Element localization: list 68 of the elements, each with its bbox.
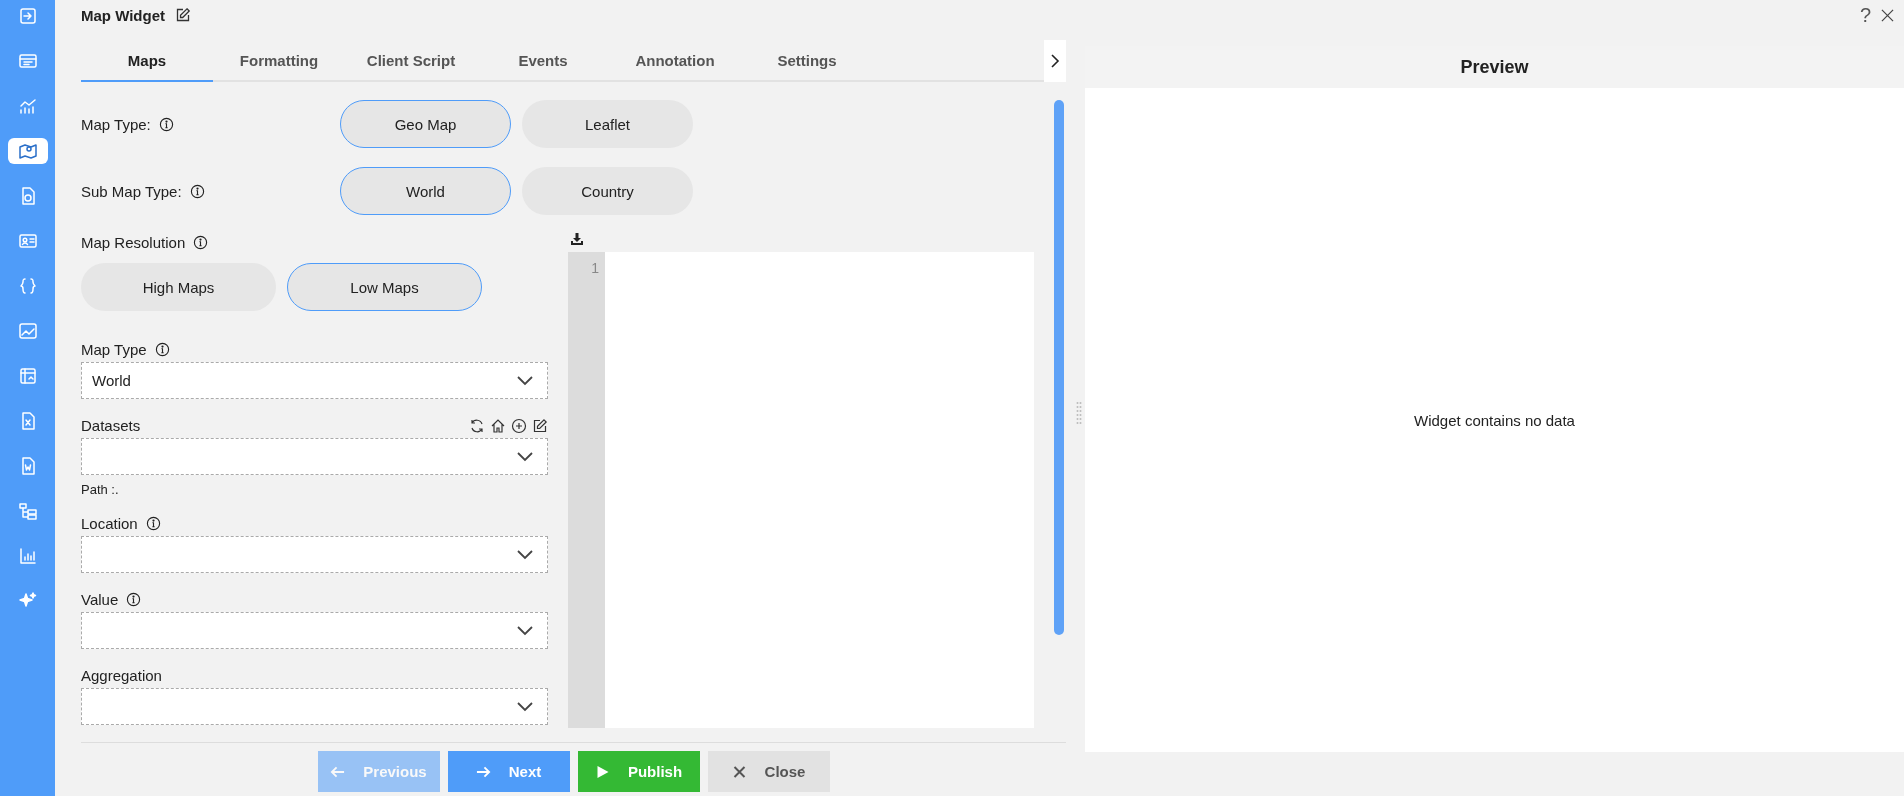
- chevron-down-icon[interactable]: [517, 625, 533, 636]
- bar-chart-icon[interactable]: [17, 546, 38, 566]
- hierarchy-icon[interactable]: [17, 501, 38, 521]
- option-button[interactable]: Geo Map: [340, 100, 511, 148]
- dropdown-field[interactable]: [81, 536, 548, 573]
- dropdown-field[interactable]: [81, 688, 548, 725]
- resize-handle[interactable]: [1076, 401, 1082, 425]
- help-button[interactable]: ?: [1859, 3, 1871, 27]
- field-label: Map Type: [81, 341, 147, 358]
- home-icon[interactable]: [490, 417, 506, 434]
- field-label: Sub Map Type:: [81, 182, 182, 200]
- field-label: Aggregation: [81, 667, 162, 684]
- field-label: Map Type:: [81, 115, 151, 133]
- sidebar-button[interactable]: [7, 138, 48, 164]
- contact-card-icon[interactable]: [17, 231, 38, 251]
- map-icon[interactable]: [17, 141, 38, 161]
- window-title: Map Widget: [81, 6, 166, 24]
- info-icon: [193, 235, 209, 250]
- dropdown-field[interactable]: [81, 438, 548, 475]
- dropdown-field[interactable]: [81, 612, 548, 649]
- tab[interactable]: Formatting: [213, 40, 345, 82]
- path-text: Path :.: [81, 482, 120, 497]
- refresh-icon[interactable]: [469, 417, 485, 434]
- chevron-right-icon[interactable]: [1050, 53, 1060, 69]
- tab[interactable]: Client Script: [345, 40, 477, 82]
- option-button[interactable]: Low Maps: [287, 263, 482, 311]
- line-number: 1: [591, 260, 599, 276]
- tab[interactable]: Annotation: [609, 40, 741, 82]
- option-button[interactable]: High Maps: [81, 263, 276, 311]
- info-icon: [158, 116, 174, 132]
- chevron-down-icon[interactable]: [517, 701, 533, 712]
- field-label: Map Resolution: [81, 234, 186, 251]
- grid-icon[interactable]: [17, 366, 38, 386]
- panel-title: Preview: [1460, 56, 1529, 78]
- close-icon[interactable]: [1881, 8, 1894, 22]
- tab[interactable]: Events: [477, 40, 609, 82]
- chevron-down-icon[interactable]: [517, 375, 533, 386]
- braces-icon[interactable]: [17, 276, 38, 296]
- chevron-down-icon[interactable]: [517, 549, 533, 560]
- table-icon[interactable]: [17, 51, 38, 71]
- empty-message: Widget contains no data: [1414, 411, 1575, 429]
- next-tab-button[interactable]: [1044, 40, 1066, 82]
- dropdown-field[interactable]: World: [81, 362, 548, 399]
- edit-icon[interactable]: [175, 7, 192, 23]
- add-icon[interactable]: [511, 417, 527, 434]
- option-button[interactable]: Leaflet: [522, 100, 693, 148]
- scrollbar[interactable]: [1054, 100, 1064, 635]
- field-label: Value: [81, 591, 119, 608]
- arrow-left-icon: [330, 764, 346, 779]
- field-label: Location: [81, 515, 138, 532]
- action-button[interactable]: Close: [707, 751, 830, 792]
- info-icon: [154, 342, 170, 357]
- image-icon[interactable]: [17, 321, 38, 341]
- exit-icon[interactable]: [17, 6, 38, 26]
- download-icon[interactable]: [570, 232, 584, 246]
- edit-icon[interactable]: [532, 417, 548, 434]
- option-button[interactable]: World: [340, 167, 511, 215]
- info-icon: [126, 592, 142, 607]
- info-icon: [145, 516, 161, 531]
- chevron-down-icon[interactable]: [517, 451, 533, 462]
- close-icon: [731, 764, 747, 779]
- line-chart-icon[interactable]: [17, 96, 38, 116]
- option-button[interactable]: Country: [522, 167, 693, 215]
- info-icon: [189, 183, 205, 199]
- arrow-right-icon: [475, 764, 491, 779]
- tab[interactable]: Maps: [81, 40, 213, 82]
- tab[interactable]: Settings: [741, 40, 873, 82]
- field-label: Datasets: [81, 417, 141, 434]
